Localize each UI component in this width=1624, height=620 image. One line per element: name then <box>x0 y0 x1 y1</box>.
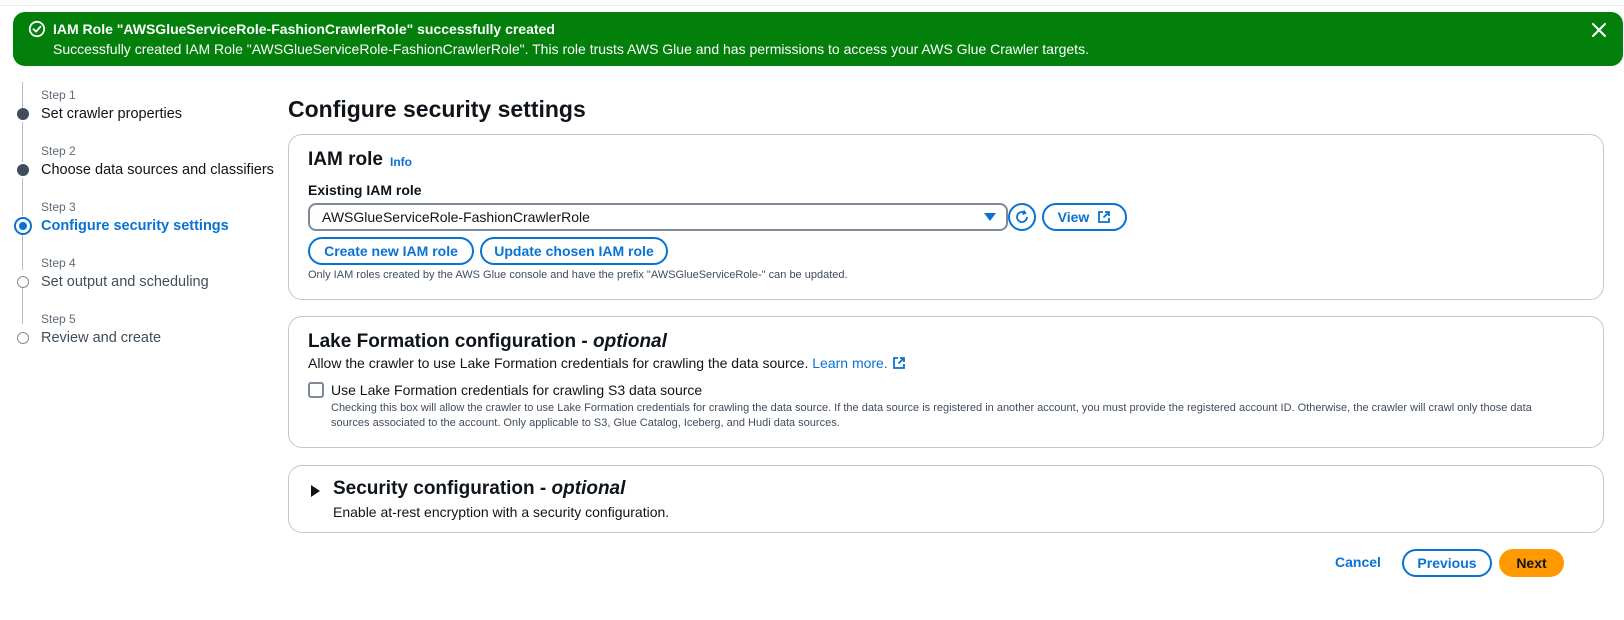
lake-formation-description: Allow the crawler to use Lake Formation … <box>308 355 906 373</box>
iam-role-hint: Only IAM roles created by the AWS Glue c… <box>308 269 848 281</box>
existing-iam-role-label: Existing IAM role <box>308 182 422 198</box>
iam-role-select[interactable]: AWSGlueServiceRole-FashionCrawlerRole <box>308 203 1008 231</box>
step-2[interactable]: Step 2 Choose data sources and classifie… <box>13 138 274 194</box>
flash-message: Successfully created IAM Role "AWSGlueSe… <box>53 41 1089 57</box>
refresh-button[interactable] <box>1008 203 1036 231</box>
info-link[interactable]: Info <box>390 155 412 169</box>
step-number: Step 3 <box>41 200 76 214</box>
step-number: Step 2 <box>41 144 76 158</box>
close-icon[interactable] <box>1589 20 1609 40</box>
step-label: Configure security settings <box>41 218 229 234</box>
step-number: Step 5 <box>41 312 76 326</box>
step-upcoming-dot-icon <box>17 332 29 344</box>
success-flash-banner: IAM Role "AWSGlueServiceRole-FashionCraw… <box>13 12 1623 66</box>
iam-role-heading: IAM role <box>308 149 383 170</box>
lake-formation-heading-text: Lake Formation configuration - <box>308 331 594 352</box>
security-configuration-heading[interactable]: Security configuration - optional <box>333 478 625 500</box>
refresh-icon <box>1016 209 1028 223</box>
update-chosen-iam-role-button[interactable]: Update chosen IAM role <box>480 237 668 265</box>
security-configuration-description: Enable at-rest encryption with a securit… <box>333 504 670 520</box>
step-label: Set crawler properties <box>41 106 183 122</box>
lake-formation-container: Lake Formation configuration - optional … <box>288 316 1604 448</box>
view-button-label: View <box>1057 209 1090 225</box>
previous-button[interactable]: Previous <box>1402 549 1492 577</box>
lake-formation-checkbox[interactable] <box>308 382 324 398</box>
step-label: Review and create <box>41 330 162 346</box>
caret-down-icon <box>984 213 996 221</box>
step-4: Step 4 Set output and scheduling <box>13 250 273 306</box>
lake-formation-heading: Lake Formation configuration - optional <box>308 331 667 353</box>
step-completed-dot-icon <box>17 108 29 120</box>
optional-tag: optional <box>593 331 667 352</box>
step-completed-dot-icon <box>17 164 29 176</box>
step-number: Step 1 <box>41 88 76 102</box>
security-configuration-container[interactable]: Security configuration - optional Enable… <box>288 465 1604 533</box>
step-active-dot-icon <box>14 217 32 235</box>
learn-more-link[interactable]: Learn more. <box>812 355 887 371</box>
step-number: Step 4 <box>41 256 76 270</box>
security-configuration-heading-text: Security configuration - <box>333 478 552 499</box>
external-link-icon <box>892 356 906 373</box>
step-label: Set output and scheduling <box>41 274 209 290</box>
success-check-circle-icon <box>28 20 46 38</box>
next-button[interactable]: Next <box>1499 549 1564 577</box>
iam-role-container: IAM role Info Existing IAM role AWSGlueS… <box>288 134 1604 300</box>
page-title: Configure security settings <box>288 96 586 122</box>
wizard-steps: Step 1 Set crawler properties Step 2 Cho… <box>13 82 274 362</box>
lake-formation-checkbox-label[interactable]: Use Lake Formation credentials for crawl… <box>331 382 702 398</box>
caret-right-icon[interactable] <box>311 485 320 497</box>
top-divider <box>0 5 1624 6</box>
step-1[interactable]: Step 1 Set crawler properties <box>13 82 273 138</box>
step-3: Step 3 Configure security settings <box>13 194 273 250</box>
flash-title: IAM Role "AWSGlueServiceRole-FashionCraw… <box>53 21 555 37</box>
lake-formation-description-text: Allow the crawler to use Lake Formation … <box>308 355 809 371</box>
iam-role-select-value: AWSGlueServiceRole-FashionCrawlerRole <box>322 209 590 225</box>
create-new-iam-role-button[interactable]: Create new IAM role <box>308 237 474 265</box>
cancel-button[interactable]: Cancel <box>1335 554 1381 570</box>
optional-tag: optional <box>551 478 626 499</box>
view-button[interactable]: View <box>1042 203 1127 231</box>
step-upcoming-dot-icon <box>17 276 29 288</box>
step-label: Choose data sources and classifiers <box>41 162 274 178</box>
external-link-icon <box>1097 207 1111 231</box>
step-5: Step 5 Review and create <box>13 306 273 362</box>
lake-formation-checkbox-description: Checking this box will allow the crawler… <box>331 402 1532 429</box>
